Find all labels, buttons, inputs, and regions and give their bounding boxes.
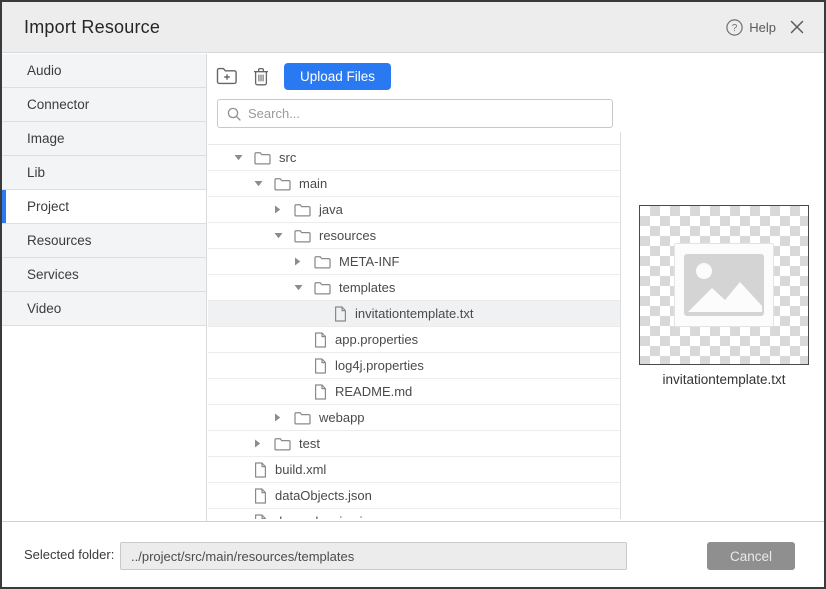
- chevron-right-icon[interactable]: [294, 257, 314, 266]
- sidebar-item-label: Resources: [27, 233, 92, 248]
- tree-row[interactable]: templates: [208, 275, 620, 301]
- tree-row[interactable]: java: [208, 197, 620, 223]
- tree-row[interactable]: dataObjects.json: [208, 483, 620, 509]
- preview-thumbnail: [639, 205, 809, 365]
- delete-icon[interactable]: [253, 67, 269, 86]
- chevron-right-icon[interactable]: [254, 439, 274, 448]
- tree-row[interactable]: resources: [208, 223, 620, 249]
- sidebar-item-label: Connector: [27, 97, 89, 112]
- folder-icon: [294, 411, 311, 425]
- tree-row[interactable]: src: [208, 145, 620, 171]
- dialog-header: Import Resource ? Help: [2, 2, 824, 53]
- dialog-footer: Selected folder: Cancel: [2, 521, 824, 587]
- cancel-button[interactable]: Cancel: [707, 542, 795, 570]
- sidebar-item-project[interactable]: Project: [2, 190, 206, 224]
- import-resource-dialog: Import Resource ? Help Audio Connector Ima…: [0, 0, 826, 589]
- tree-node-label: java: [319, 202, 343, 217]
- new-folder-icon[interactable]: [216, 67, 238, 85]
- sidebar-item-video[interactable]: Video: [2, 292, 206, 326]
- tree-row[interactable]: webapp: [208, 405, 620, 431]
- search-icon: [227, 107, 241, 121]
- sidebar-item-services[interactable]: Services: [2, 258, 206, 292]
- chevron-down-icon[interactable]: [254, 180, 274, 187]
- tree-row[interactable]: build.xml: [208, 457, 620, 483]
- help-button[interactable]: ? Help: [726, 19, 776, 36]
- folder-icon: [274, 437, 291, 451]
- file-icon: [334, 306, 347, 322]
- tree-node-label: resources: [319, 228, 376, 243]
- sidebar-item-audio[interactable]: Audio: [2, 54, 206, 88]
- tree-node-label: test: [299, 436, 320, 451]
- search-box: [217, 99, 613, 128]
- tree-node-label: dataObjects.json: [275, 488, 372, 503]
- file-icon: [314, 332, 327, 348]
- toolbar: Upload Files: [216, 54, 391, 98]
- sidebar-item-label: Project: [27, 199, 69, 214]
- sidebar-item-image[interactable]: Image: [2, 122, 206, 156]
- folder-icon: [314, 255, 331, 269]
- image-placeholder-icon: [674, 243, 774, 327]
- tree-node-label: META-INF: [339, 254, 399, 269]
- close-icon[interactable]: [790, 20, 804, 34]
- file-tree: srcmain java resources META-INF templates inv…: [208, 132, 621, 519]
- tree-row[interactable]: invitationtemplate.txt: [208, 301, 620, 327]
- search-input[interactable]: [248, 106, 603, 121]
- tree-node-label: webapp: [319, 410, 365, 425]
- tree-node-label: README.md: [335, 384, 412, 399]
- chevron-down-icon[interactable]: [274, 232, 294, 239]
- sidebar-item-lib[interactable]: Lib: [2, 156, 206, 190]
- file-icon: [254, 462, 267, 478]
- svg-text:?: ?: [732, 23, 738, 34]
- sidebar-item-label: Audio: [27, 63, 62, 78]
- sidebar: Audio Connector Image Lib Project Resources Se…: [2, 54, 207, 521]
- sidebar-item-resources[interactable]: Resources: [2, 224, 206, 258]
- tree-node-label: log4j.properties: [335, 358, 424, 373]
- tree-row[interactable]: README.md: [208, 379, 620, 405]
- selected-folder-label: Selected folder:: [24, 547, 114, 562]
- tree-partial-row: [208, 132, 620, 145]
- file-icon: [254, 488, 267, 504]
- file-icon: [314, 358, 327, 374]
- preview-filename: invitationtemplate.txt: [622, 372, 826, 387]
- chevron-right-icon[interactable]: [274, 413, 294, 422]
- tree-row[interactable]: test: [208, 431, 620, 457]
- tree-node-label: app.properties: [335, 332, 418, 347]
- chevron-right-icon[interactable]: [274, 205, 294, 214]
- folder-icon: [294, 229, 311, 243]
- tree-node-label: build.xml: [275, 462, 326, 477]
- tree-row[interactable]: main: [208, 171, 620, 197]
- tree-node-label: dependencies.json: [275, 514, 383, 519]
- help-icon: ?: [726, 19, 743, 36]
- sidebar-item-connector[interactable]: Connector: [2, 88, 206, 122]
- file-icon: [314, 384, 327, 400]
- folder-icon: [274, 177, 291, 191]
- file-icon: [254, 514, 267, 520]
- sidebar-item-label: Video: [27, 301, 61, 316]
- dialog-title: Import Resource: [24, 17, 160, 38]
- sidebar-item-label: Image: [27, 131, 65, 146]
- chevron-down-icon[interactable]: [294, 284, 314, 291]
- tree-row[interactable]: app.properties: [208, 327, 620, 353]
- tree-node-label: invitationtemplate.txt: [355, 306, 474, 321]
- sidebar-item-label: Services: [27, 267, 79, 282]
- tree-node-label: src: [279, 150, 296, 165]
- tree-node-label: templates: [339, 280, 395, 295]
- folder-icon: [254, 151, 271, 165]
- sidebar-item-label: Lib: [27, 165, 45, 180]
- help-label: Help: [749, 20, 776, 35]
- tree-node-label: main: [299, 176, 327, 191]
- chevron-down-icon[interactable]: [234, 154, 254, 161]
- folder-icon: [314, 281, 331, 295]
- tree-row[interactable]: META-INF: [208, 249, 620, 275]
- upload-files-button[interactable]: Upload Files: [284, 63, 391, 90]
- preview-panel: invitationtemplate.txt: [622, 132, 824, 519]
- folder-icon: [294, 203, 311, 217]
- tree-row[interactable]: log4j.properties: [208, 353, 620, 379]
- tree-row[interactable]: dependencies.json: [208, 509, 620, 519]
- selected-folder-path-input[interactable]: [120, 542, 627, 570]
